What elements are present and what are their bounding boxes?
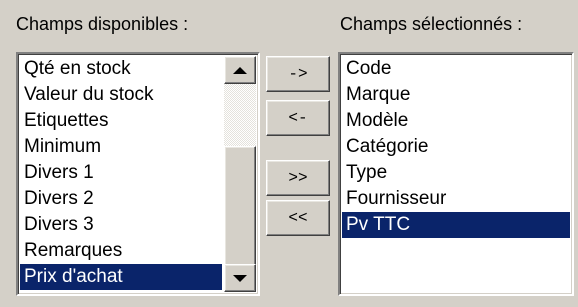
list-item[interactable]: Pv TTC (342, 212, 570, 238)
list-item[interactable]: Fournisseur (342, 186, 570, 212)
scroll-down-arrow-icon (233, 274, 247, 282)
add-all-fields-button[interactable]: >> (266, 160, 330, 196)
list-item[interactable]: Modèle (342, 108, 570, 134)
selected-fields-caption: Champs sélectionnés : (340, 14, 523, 34)
list-item[interactable]: Minimum (20, 134, 222, 160)
list-item[interactable]: Remarques (20, 238, 222, 264)
available-fields-caption: Champs disponibles : (16, 14, 189, 34)
selected-fields-items: Code Marque Modèle Catégorie Type Fournisseur… (342, 56, 570, 238)
available-fields-scrollbar[interactable] (224, 56, 256, 292)
list-item[interactable]: Code (342, 56, 570, 82)
list-item[interactable]: Etiquettes (20, 108, 222, 134)
scroll-down-button[interactable] (224, 264, 256, 292)
available-fields-list[interactable]: Qté en stock Valeur du stock Etiquettes Min… (16, 52, 260, 296)
list-item[interactable]: Prix d'achat (20, 264, 222, 290)
scroll-up-arrow-icon (233, 66, 247, 74)
selected-fields-list[interactable]: Code Marque Modèle Catégorie Type Fournisseur… (338, 52, 574, 296)
remove-field-button[interactable]: <- (266, 100, 330, 136)
remove-all-fields-button[interactable]: << (266, 200, 330, 236)
list-item[interactable]: Divers 1 (20, 160, 222, 186)
list-item[interactable]: Qté en stock (20, 56, 222, 82)
list-item[interactable]: Catégorie (342, 134, 570, 160)
list-item[interactable]: Divers 3 (20, 212, 222, 238)
add-field-button[interactable]: -> (266, 56, 330, 92)
available-fields-items: Qté en stock Valeur du stock Etiquettes Min… (20, 56, 222, 290)
list-item[interactable]: Type (342, 160, 570, 186)
scroll-up-button[interactable] (224, 56, 256, 84)
list-item[interactable]: Marque (342, 82, 570, 108)
list-item[interactable]: Valeur du stock (20, 82, 222, 108)
list-item[interactable]: Divers 2 (20, 186, 222, 212)
